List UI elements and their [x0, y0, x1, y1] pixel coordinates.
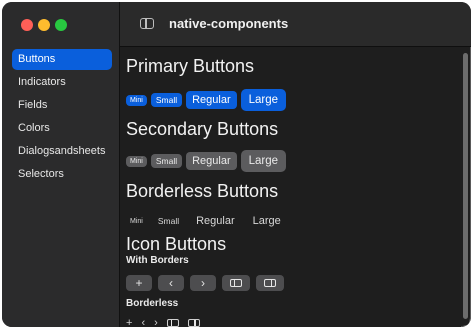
- borderless-small-button[interactable]: Small: [153, 214, 184, 228]
- borderless-large-button[interactable]: Large: [247, 212, 287, 230]
- plus-icon[interactable]: +: [126, 275, 152, 291]
- chevron-left-icon[interactable]: ‹: [158, 275, 184, 291]
- sidebar-right-icon[interactable]: [187, 319, 200, 327]
- borderless-buttons-row: Mini Small Regular Large: [126, 212, 293, 230]
- sidebar-item-fields[interactable]: Fields: [12, 95, 112, 116]
- titlebar: native-components: [120, 2, 471, 47]
- primary-large-button[interactable]: Large: [240, 89, 287, 111]
- zoom-window-button[interactable]: [55, 19, 67, 31]
- scrollbar-thumb[interactable]: [463, 53, 468, 319]
- borderless-mini-button[interactable]: Mini: [126, 216, 147, 227]
- minimize-window-button[interactable]: [38, 19, 50, 31]
- secondary-regular-button[interactable]: Regular: [186, 152, 237, 170]
- secondary-mini-button[interactable]: Mini: [126, 155, 147, 167]
- with-borders-label: With Borders: [126, 255, 189, 266]
- sidebar-item-dialogsandsheets[interactable]: Dialogsandsheets: [12, 141, 112, 162]
- chevron-right-icon[interactable]: ›: [190, 275, 216, 291]
- sidebar-right-icon[interactable]: [256, 275, 284, 291]
- borderless-buttons-heading: Borderless Buttons: [126, 181, 279, 201]
- secondary-large-button[interactable]: Large: [240, 150, 287, 172]
- primary-small-button[interactable]: Small: [150, 93, 183, 107]
- secondary-small-button[interactable]: Small: [150, 154, 183, 168]
- main-content: Primary Buttons Mini Small Regular Large…: [120, 47, 461, 327]
- sidebar-item-colors[interactable]: Colors: [12, 118, 112, 139]
- sidebar-item-indicators[interactable]: Indicators: [12, 72, 112, 93]
- plus-icon[interactable]: +: [126, 317, 132, 327]
- primary-buttons-row: Mini Small Regular Large: [126, 89, 290, 111]
- vertical-scrollbar[interactable]: [462, 49, 469, 325]
- sidebar-item-buttons[interactable]: Buttons: [12, 49, 112, 70]
- icon-buttons-bordered-row: + ‹ ›: [126, 275, 290, 291]
- chevron-right-icon[interactable]: ›: [154, 317, 158, 327]
- app-window: Buttons Indicators Fields Colors Dialogs…: [2, 2, 471, 327]
- icon-buttons-borderless-row: + ‹ ›: [126, 317, 209, 327]
- borderless-regular-button[interactable]: Regular: [190, 212, 241, 230]
- primary-mini-button[interactable]: Mini: [126, 94, 147, 106]
- sidebar-left-icon[interactable]: [222, 275, 250, 291]
- sidebar-left-icon[interactable]: [166, 319, 179, 327]
- sidebar-nav: Buttons Indicators Fields Colors Dialogs…: [12, 49, 112, 187]
- icon-buttons-heading: Icon Buttons: [126, 234, 227, 254]
- sidebar-toggle-icon[interactable]: [140, 18, 154, 29]
- primary-buttons-heading: Primary Buttons: [126, 56, 255, 76]
- secondary-buttons-heading: Secondary Buttons: [126, 119, 279, 139]
- sidebar: Buttons Indicators Fields Colors Dialogs…: [2, 2, 120, 327]
- close-window-button[interactable]: [21, 19, 33, 31]
- window-title: native-components: [169, 16, 289, 31]
- primary-regular-button[interactable]: Regular: [186, 91, 237, 109]
- secondary-buttons-row: Mini Small Regular Large: [126, 150, 290, 172]
- chevron-left-icon[interactable]: ‹: [141, 317, 145, 327]
- borderless-icons-label: Borderless: [126, 298, 179, 309]
- sidebar-item-selectors[interactable]: Selectors: [12, 164, 112, 185]
